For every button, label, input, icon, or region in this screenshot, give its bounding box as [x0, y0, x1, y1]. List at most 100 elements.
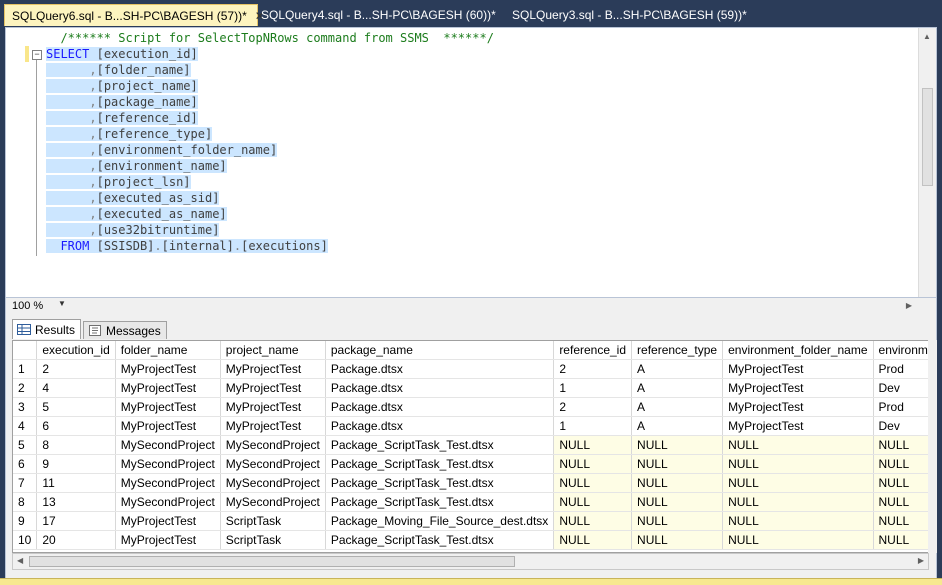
- table-cell[interactable]: 11: [36, 473, 116, 493]
- table-cell[interactable]: NULL: [873, 454, 928, 474]
- results-grid[interactable]: execution_id folder_name project_name pa…: [12, 340, 929, 553]
- scroll-thumb[interactable]: [29, 556, 515, 567]
- table-row[interactable]: 1 2 MyProjectTest MyProjectTest Package.dtsx…: [13, 359, 928, 379]
- table-cell[interactable]: NULL: [631, 492, 724, 512]
- table-cell[interactable]: MyProjectTest: [220, 416, 326, 436]
- tab-sqlquery3[interactable]: SQLQuery3.sql - B...SH-PC\BAGESH (59))*: [512, 4, 747, 26]
- column-header[interactable]: environment_n: [873, 341, 928, 360]
- scroll-up-icon[interactable]: ▲: [923, 32, 931, 41]
- column-header[interactable]: project_name: [220, 341, 326, 360]
- table-cell[interactable]: ScriptTask: [220, 511, 326, 531]
- table-cell[interactable]: A: [631, 397, 724, 417]
- table-cell[interactable]: MyProjectTest: [115, 530, 221, 550]
- row-number[interactable]: 7: [13, 473, 38, 493]
- tab-results[interactable]: Results: [12, 319, 82, 339]
- table-cell[interactable]: MyProjectTest: [115, 511, 221, 531]
- table-cell[interactable]: MySecondProject: [115, 435, 221, 455]
- table-cell[interactable]: 5: [36, 397, 116, 417]
- table-cell[interactable]: MyProjectTest: [722, 397, 874, 417]
- grid-vertical-scrollbar[interactable]: [928, 340, 937, 553]
- table-cell[interactable]: Prod: [873, 359, 928, 379]
- table-cell[interactable]: NULL: [722, 492, 874, 512]
- table-cell[interactable]: Package.dtsx: [325, 397, 555, 417]
- table-cell[interactable]: MyProjectTest: [115, 359, 221, 379]
- table-cell[interactable]: Package.dtsx: [325, 416, 555, 436]
- table-cell[interactable]: NULL: [553, 511, 633, 531]
- table-cell[interactable]: 1: [553, 378, 633, 398]
- column-header[interactable]: reference_id: [553, 341, 633, 360]
- table-cell[interactable]: MyProjectTest: [722, 359, 874, 379]
- table-cell[interactable]: MyProjectTest: [220, 397, 326, 417]
- row-number[interactable]: 6: [13, 454, 38, 474]
- table-cell[interactable]: NULL: [553, 454, 633, 474]
- row-number[interactable]: 1: [13, 359, 38, 379]
- table-cell[interactable]: 9: [36, 454, 116, 474]
- table-cell[interactable]: Package_Moving_File_Source_dest.dtsx: [325, 511, 555, 531]
- table-cell[interactable]: Dev: [873, 416, 928, 436]
- table-cell[interactable]: NULL: [631, 473, 724, 493]
- table-cell[interactable]: NULL: [722, 473, 874, 493]
- row-number[interactable]: 4: [13, 416, 38, 436]
- table-cell[interactable]: MyProjectTest: [722, 378, 874, 398]
- table-cell[interactable]: 6: [36, 416, 116, 436]
- table-cell[interactable]: MySecondProject: [115, 454, 221, 474]
- zoom-level[interactable]: 100 %: [12, 300, 43, 312]
- table-cell[interactable]: NULL: [631, 511, 724, 531]
- table-cell[interactable]: NULL: [722, 530, 874, 550]
- table-row[interactable]: 4 6 MyProjectTest MyProjectTest Package.dtsx…: [13, 416, 928, 436]
- table-row[interactable]: 2 4 MyProjectTest MyProjectTest Package.dtsx…: [13, 378, 928, 398]
- table-cell[interactable]: NULL: [553, 435, 633, 455]
- row-number[interactable]: 3: [13, 397, 38, 417]
- table-cell[interactable]: 1: [553, 416, 633, 436]
- editor-vertical-scrollbar[interactable]: ▲: [918, 28, 936, 297]
- scroll-left-icon[interactable]: ◀: [17, 556, 23, 565]
- table-cell[interactable]: NULL: [553, 473, 633, 493]
- row-number-header[interactable]: [13, 341, 38, 360]
- table-cell[interactable]: NULL: [631, 435, 724, 455]
- table-cell[interactable]: NULL: [631, 454, 724, 474]
- table-cell[interactable]: A: [631, 416, 724, 436]
- table-row[interactable]: 5 8 MySecondProject MySecondProject Package_…: [13, 435, 928, 455]
- table-cell[interactable]: Package.dtsx: [325, 359, 555, 379]
- table-cell[interactable]: MySecondProject: [220, 435, 326, 455]
- row-number[interactable]: 10: [13, 530, 38, 550]
- table-cell[interactable]: 20: [36, 530, 116, 550]
- table-cell[interactable]: NULL: [873, 511, 928, 531]
- table-cell[interactable]: MySecondProject: [220, 454, 326, 474]
- chevron-down-icon[interactable]: ▼: [58, 299, 66, 308]
- table-cell[interactable]: NULL: [873, 435, 928, 455]
- table-cell[interactable]: Package_ScriptTask_Test.dtsx: [325, 435, 555, 455]
- table-row[interactable]: 8 13 MySecondProject MySecondProject Package…: [13, 492, 928, 512]
- row-number[interactable]: 2: [13, 378, 38, 398]
- table-cell[interactable]: MySecondProject: [115, 473, 221, 493]
- table-row[interactable]: 9 17 MyProjectTest ScriptTask Package_Moving…: [13, 511, 928, 531]
- grid-horizontal-scrollbar[interactable]: ◀ ▶: [12, 553, 929, 570]
- table-cell[interactable]: MySecondProject: [115, 492, 221, 512]
- table-cell[interactable]: A: [631, 359, 724, 379]
- scroll-right-icon[interactable]: ▶: [906, 301, 912, 310]
- table-cell[interactable]: 2: [553, 359, 633, 379]
- table-cell[interactable]: MyProjectTest: [722, 416, 874, 436]
- tab-sqlquery4[interactable]: SQLQuery4.sql - B...SH-PC\BAGESH (60))*: [261, 4, 496, 26]
- table-row[interactable]: 3 5 MyProjectTest MyProjectTest Package.dtsx…: [13, 397, 928, 417]
- scroll-right-icon[interactable]: ▶: [918, 556, 924, 565]
- table-cell[interactable]: MyProjectTest: [220, 378, 326, 398]
- table-cell[interactable]: MySecondProject: [220, 492, 326, 512]
- column-header[interactable]: package_name: [325, 341, 555, 360]
- table-cell[interactable]: NULL: [631, 530, 724, 550]
- table-cell[interactable]: NULL: [722, 511, 874, 531]
- table-cell[interactable]: NULL: [873, 492, 928, 512]
- column-header[interactable]: environment_folder_name: [722, 341, 874, 360]
- tab-messages[interactable]: Messages: [83, 321, 167, 339]
- column-header[interactable]: execution_id: [36, 341, 116, 360]
- table-cell[interactable]: NULL: [722, 435, 874, 455]
- collapse-icon[interactable]: −: [32, 50, 42, 60]
- table-row[interactable]: 10 20 MyProjectTest ScriptTask Package_Scrip…: [13, 530, 928, 550]
- table-cell[interactable]: Dev: [873, 378, 928, 398]
- table-cell[interactable]: ScriptTask: [220, 530, 326, 550]
- tab-sqlquery6[interactable]: SQLQuery6.sql - B...SH-PC\BAGESH (57))* ✕: [4, 4, 265, 26]
- table-cell[interactable]: NULL: [553, 492, 633, 512]
- table-row[interactable]: 6 9 MySecondProject MySecondProject Package_…: [13, 454, 928, 474]
- table-cell[interactable]: 2: [553, 397, 633, 417]
- scroll-thumb[interactable]: [922, 88, 933, 186]
